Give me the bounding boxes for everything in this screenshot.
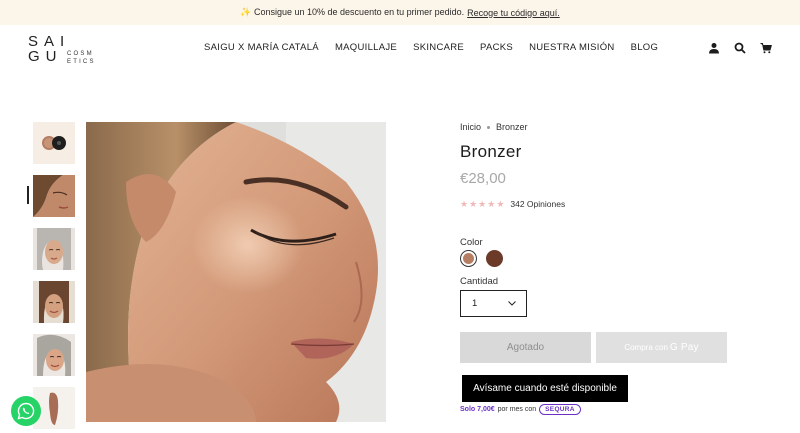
announcement-text: ✨ Consigue un 10% de descuento en tu pri…: [240, 7, 465, 17]
header-icons: [708, 41, 772, 54]
whatsapp-icon: [17, 402, 35, 420]
logo[interactable]: SAI GU COSM ETICS: [28, 32, 98, 66]
quantity-select[interactable]: 1: [460, 290, 527, 317]
breadcrumb-current: Bronzer: [496, 122, 528, 132]
google-pay-logo: G Pay: [669, 342, 699, 353]
thumbnail-model-bronzed[interactable]: [33, 175, 75, 217]
logo-small-2: ETICS: [67, 59, 96, 65]
product-price: €28,00: [460, 170, 506, 187]
color-label: Color: [460, 237, 483, 248]
star-icon: ★: [487, 198, 496, 209]
thumbnail-model-grey-hair-smile[interactable]: [33, 334, 75, 376]
announcement-link[interactable]: Recoge tu código aquí.: [467, 8, 560, 18]
thumbnail-list: [33, 122, 75, 433]
financing-text: por mes con: [497, 406, 537, 413]
search-icon[interactable]: [734, 41, 746, 54]
thumbnail-active-indicator: [27, 186, 29, 204]
financing-info[interactable]: Solo 7,00€ por mes con SEQURA: [460, 404, 581, 415]
quantity-label: Cantidad: [460, 276, 499, 287]
logo-line-2: GU: [28, 48, 63, 65]
product-title: Bronzer: [460, 142, 522, 161]
main-product-image[interactable]: [86, 122, 386, 422]
notify-me-button[interactable]: Avísame cuando esté disponible: [462, 375, 628, 402]
announcement-bar: ✨ Consigue un 10% de descuento en tu pri…: [0, 0, 800, 25]
color-swatch-light[interactable]: [460, 250, 477, 267]
account-icon[interactable]: [708, 41, 720, 54]
thumbnail-model-smile[interactable]: [33, 281, 75, 323]
whatsapp-button[interactable]: [11, 396, 41, 426]
logo-line-1: SAI: [28, 33, 71, 50]
star-icon: ★: [496, 198, 505, 209]
logo-small-1: COSM: [67, 51, 94, 57]
rating-stars: ★ ★ ★ ★ ★: [460, 198, 505, 209]
site-header: SAI GU COSM ETICS SAIGU X MARÍA CATALÁ M…: [0, 25, 800, 75]
nav-item-packs[interactable]: PACKS: [480, 42, 513, 53]
chevron-down-icon: [508, 298, 516, 309]
breadcrumb-separator-icon: [487, 125, 491, 129]
star-icon: ★: [460, 198, 469, 209]
nav-item-skincare[interactable]: SKINCARE: [413, 42, 464, 53]
main-nav: SAIGU X MARÍA CATALÁ MAQUILLAJE SKINCARE…: [204, 42, 658, 53]
star-icon: ★: [469, 198, 478, 209]
quantity-value: 1: [472, 298, 478, 309]
color-swatch-dark[interactable]: [486, 250, 503, 267]
reviews-count: 342 Opiniones: [510, 199, 566, 209]
product-info: Inicio Bronzer Bronzer €28,00 ★ ★ ★ ★ ★ …: [460, 122, 780, 209]
google-pay-button[interactable]: Compra con G Pay: [596, 332, 727, 363]
nav-item-saigu-maria-catala[interactable]: SAIGU X MARÍA CATALÁ: [204, 42, 319, 53]
cart-icon[interactable]: [760, 41, 772, 54]
nav-item-nuestra-mision[interactable]: NUESTRA MISIÓN: [529, 42, 615, 53]
nav-item-maquillaje[interactable]: MAQUILLAJE: [335, 42, 397, 53]
color-swatch-light-fill: [463, 253, 474, 264]
financing-brand-badge: SEQURA: [539, 404, 581, 415]
thumbnail-model-silver-hair[interactable]: [33, 228, 75, 270]
breadcrumb-home[interactable]: Inicio: [460, 122, 481, 132]
star-icon: ★: [478, 198, 487, 209]
nav-item-blog[interactable]: BLOG: [631, 42, 659, 53]
google-pay-prefix: Compra con: [624, 343, 668, 352]
product-reviews[interactable]: ★ ★ ★ ★ ★ 342 Opiniones: [460, 199, 780, 209]
financing-amount: Solo 7,00€: [460, 406, 495, 413]
breadcrumb: Inicio Bronzer: [460, 122, 780, 132]
thumbnail-product-compact[interactable]: [33, 122, 75, 164]
sold-out-button[interactable]: Agotado: [460, 332, 591, 363]
